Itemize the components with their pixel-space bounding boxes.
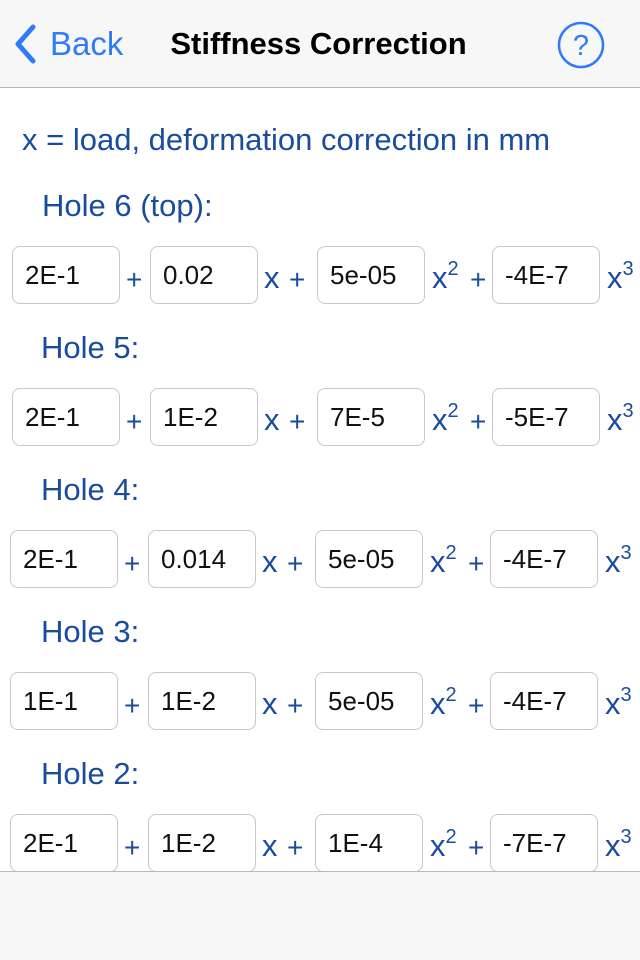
x-term: x xyxy=(264,402,280,437)
x-cubed-term: x3 xyxy=(607,257,634,295)
quadratic-coefficient-field[interactable] xyxy=(315,672,423,730)
constant-field[interactable] xyxy=(10,672,118,730)
x-term: x xyxy=(262,686,278,721)
help-icon: ? xyxy=(557,21,605,69)
linear-coefficient-field[interactable] xyxy=(148,672,256,730)
plus-sign: + xyxy=(468,690,485,721)
x-term: x xyxy=(262,544,278,579)
constant-field[interactable] xyxy=(12,388,120,446)
quadratic-coefficient-field[interactable] xyxy=(315,814,423,872)
x-squared-term: x2 xyxy=(430,683,457,721)
hole-label: Hole 4: xyxy=(41,472,140,507)
plus-sign: + xyxy=(124,832,141,863)
linear-coefficient-field[interactable] xyxy=(148,814,256,872)
plus-sign: + xyxy=(468,548,485,579)
x-cubed-term: x3 xyxy=(605,683,632,721)
x-squared-term: x2 xyxy=(430,825,457,863)
plus-sign: + xyxy=(124,690,141,721)
x-term: x xyxy=(262,828,278,863)
back-button[interactable]: Back xyxy=(14,22,123,66)
hole-label: Hole 3: xyxy=(41,614,140,649)
x-squared-term: x2 xyxy=(432,399,459,437)
hole-label: Hole 2: xyxy=(41,756,140,791)
constant-field[interactable] xyxy=(10,814,118,872)
plus-sign: + xyxy=(287,832,304,863)
cubic-coefficient-field[interactable] xyxy=(490,814,598,872)
quadratic-coefficient-field[interactable] xyxy=(317,246,425,304)
navigation-bar: Back Stiffness Correction ? xyxy=(0,0,640,88)
linear-coefficient-field[interactable] xyxy=(150,388,258,446)
cubic-coefficient-field[interactable] xyxy=(492,388,600,446)
linear-coefficient-field[interactable] xyxy=(148,530,256,588)
x-squared-term: x2 xyxy=(430,541,457,579)
x-cubed-term: x3 xyxy=(605,825,632,863)
chevron-left-icon xyxy=(15,24,36,64)
plus-sign: + xyxy=(126,264,143,295)
help-button[interactable]: ? xyxy=(557,21,605,69)
svg-text:?: ? xyxy=(573,30,589,62)
plus-sign: + xyxy=(289,264,306,295)
x-squared-term: x2 xyxy=(432,257,459,295)
plus-sign: + xyxy=(468,832,485,863)
formula-description: x = load, deformation correction in mm xyxy=(22,122,551,157)
bottom-toolbar xyxy=(0,871,640,960)
back-button-label: Back xyxy=(50,25,124,62)
quadratic-coefficient-field[interactable] xyxy=(317,388,425,446)
cubic-coefficient-field[interactable] xyxy=(490,530,598,588)
x-cubed-term: x3 xyxy=(607,399,634,437)
x-term: x xyxy=(264,260,280,295)
plus-sign: + xyxy=(289,406,306,437)
linear-coefficient-field[interactable] xyxy=(150,246,258,304)
constant-field[interactable] xyxy=(12,246,120,304)
plus-sign: + xyxy=(470,406,487,437)
hole-label: Hole 6 (top): xyxy=(42,188,213,223)
hole-label: Hole 5: xyxy=(41,330,140,365)
plus-sign: + xyxy=(287,690,304,721)
plus-sign: + xyxy=(287,548,304,579)
quadratic-coefficient-field[interactable] xyxy=(315,530,423,588)
x-cubed-term: x3 xyxy=(605,541,632,579)
cubic-coefficient-field[interactable] xyxy=(490,672,598,730)
plus-sign: + xyxy=(124,548,141,579)
constant-field[interactable] xyxy=(10,530,118,588)
cubic-coefficient-field[interactable] xyxy=(492,246,600,304)
plus-sign: + xyxy=(126,406,143,437)
plus-sign: + xyxy=(470,264,487,295)
